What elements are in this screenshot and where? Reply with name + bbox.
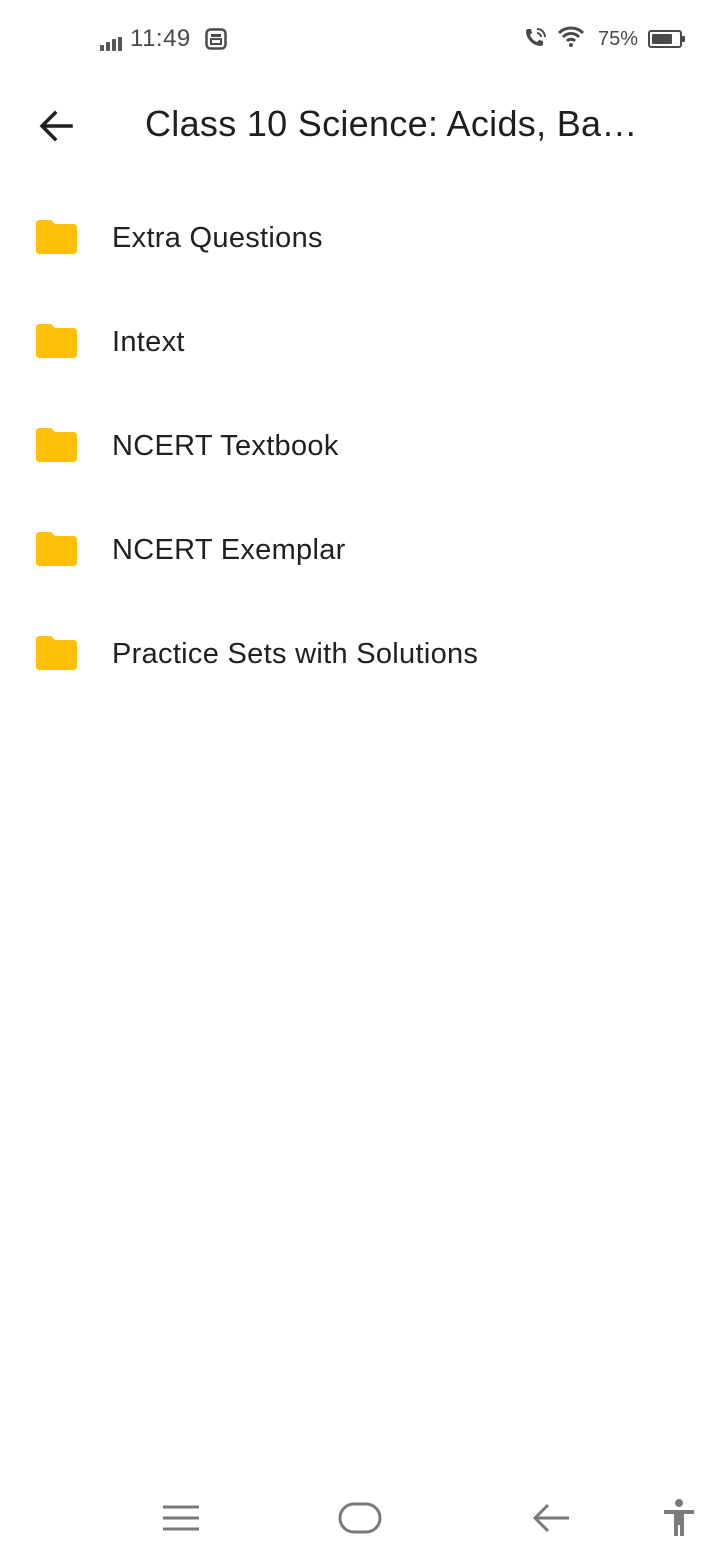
folder-label: NCERT Exemplar bbox=[112, 533, 346, 566]
page-title: Class 10 Science: Acids, Ba… bbox=[145, 103, 638, 144]
wifi-calling-icon bbox=[524, 26, 548, 53]
home-button[interactable] bbox=[334, 1496, 386, 1540]
nav-back-button[interactable] bbox=[526, 1496, 576, 1540]
status-time: 11:49 bbox=[130, 25, 191, 52]
battery-fill bbox=[652, 34, 672, 44]
back-icon bbox=[532, 1503, 569, 1533]
folder-label: Practice Sets with Solutions bbox=[112, 637, 479, 670]
notification-icon bbox=[205, 28, 227, 50]
status-right: 75% bbox=[524, 22, 685, 56]
app-bar: Class 10 Science: Acids, Ba… bbox=[0, 80, 720, 168]
screen: 11:49 75% Class 10 Science: Acids, Ba… E… bbox=[0, 0, 720, 1560]
folder-icon bbox=[36, 636, 77, 670]
folder-icon bbox=[36, 428, 77, 462]
accessibility-button[interactable] bbox=[656, 1496, 702, 1540]
folder-item-ncert-exemplar[interactable]: NCERT Exemplar bbox=[0, 498, 720, 602]
folder-label: NCERT Textbook bbox=[112, 429, 339, 462]
signal-icon bbox=[100, 31, 122, 51]
folder-item-ncert-textbook[interactable]: NCERT Textbook bbox=[0, 394, 720, 498]
recents-button[interactable] bbox=[156, 1496, 206, 1540]
folder-icon bbox=[36, 532, 77, 566]
folder-item-intext[interactable]: Intext bbox=[0, 290, 720, 394]
battery-icon bbox=[648, 30, 685, 48]
folder-item-extra-questions[interactable]: Extra Questions bbox=[0, 186, 720, 290]
home-icon bbox=[338, 1502, 382, 1534]
battery-percent: 75% bbox=[597, 27, 638, 50]
arrow-back-icon bbox=[39, 110, 73, 142]
system-nav-bar bbox=[0, 1480, 720, 1560]
status-bar: 11:49 75% bbox=[0, 0, 720, 80]
folder-icon bbox=[36, 324, 77, 358]
status-left: 11:49 bbox=[100, 22, 227, 56]
accessibility-icon bbox=[664, 1499, 694, 1536]
folder-label: Intext bbox=[112, 325, 185, 358]
folder-icon bbox=[36, 220, 77, 254]
back-button[interactable] bbox=[28, 98, 84, 154]
wifi-icon bbox=[557, 26, 585, 53]
folder-item-practice-sets[interactable]: Practice Sets with Solutions bbox=[0, 602, 720, 706]
folder-label: Extra Questions bbox=[112, 221, 323, 254]
menu-icon bbox=[163, 1505, 199, 1531]
folder-list: Extra Questions Intext NCERT Textbook NC… bbox=[0, 186, 720, 706]
